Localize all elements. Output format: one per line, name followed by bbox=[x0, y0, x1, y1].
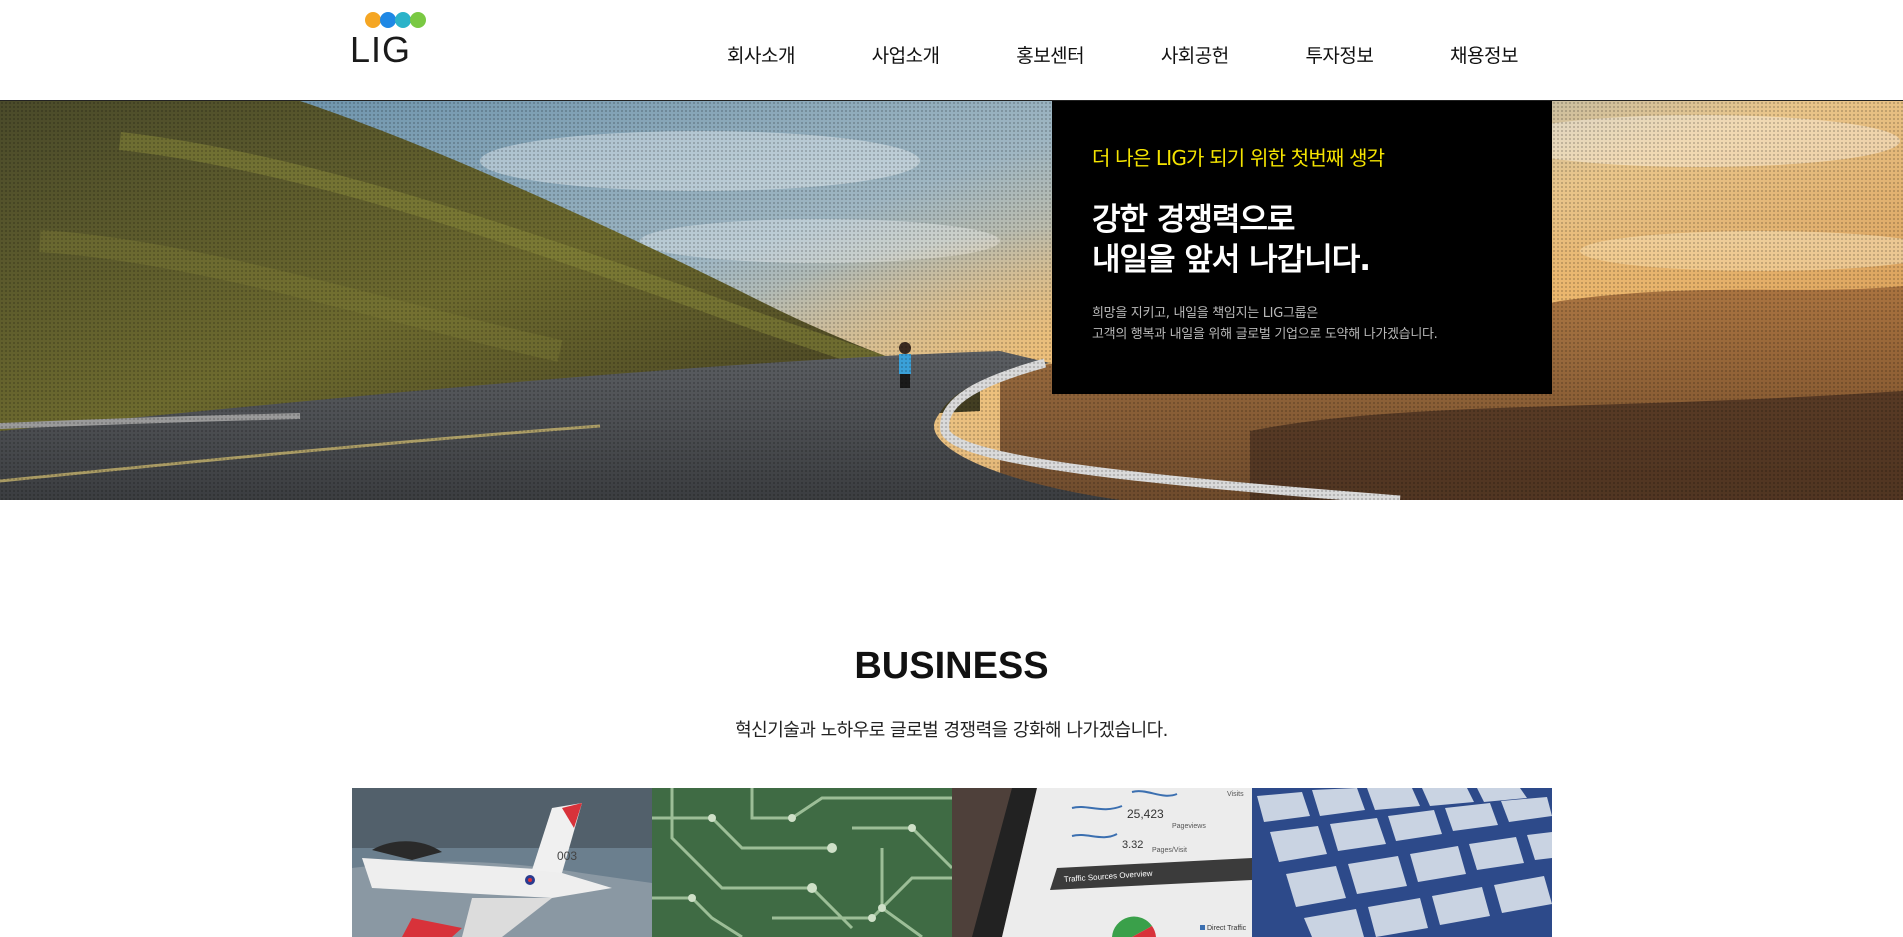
lig-logo[interactable]: LIG bbox=[350, 10, 432, 68]
keyboard-image bbox=[1252, 788, 1552, 937]
aircraft-image: 003 bbox=[352, 788, 652, 937]
hero-subtitle: 더 나은 LIG가 되기 위한 첫번째 생각 bbox=[1092, 146, 1385, 170]
business-card-it-services[interactable]: Visits 25,423 Pageviews 3.32 Pages/Visit… bbox=[952, 788, 1252, 937]
business-card-grid: 003 Visits 25,423 Pageviews 3.32 Pages/V… bbox=[352, 788, 1552, 937]
hero-message-box: 더 나은 LIG가 되기 위한 첫번째 생각 강한 경쟁력으로 내일을 앞서 나… bbox=[1052, 101, 1552, 394]
business-card-electronics[interactable] bbox=[652, 788, 952, 937]
business-section-description: 혁신기술과 노하우로 글로벌 경쟁력을 강화해 나가겠습니다. bbox=[735, 720, 1168, 741]
pageviews-value-text: 25,423 bbox=[1127, 807, 1164, 821]
nav-business[interactable]: 사업소개 bbox=[872, 33, 940, 68]
direct-traffic-label-text: Direct Traffic bbox=[1207, 925, 1247, 932]
business-section-title: BUSINESS bbox=[854, 645, 1049, 687]
pageviews-label-text: Pageviews bbox=[1172, 823, 1206, 830]
tablet-analytics-image: Visits 25,423 Pageviews 3.32 Pages/Visit… bbox=[952, 788, 1252, 937]
hero-description: 희망을 지키고, 내일을 책임지는 LIG그룹은 고객의 행복과 내일을 위해 … bbox=[1092, 306, 1438, 342]
visits-label-text: Visits bbox=[1227, 791, 1244, 798]
circuit-board-image bbox=[652, 788, 952, 937]
site-header: LIG 회사소개 사업소개 홍보센터 사회공헌 투자정보 채용정보 bbox=[0, 0, 1903, 101]
logo-dots-icon bbox=[365, 12, 426, 28]
aircraft-number-text: 003 bbox=[557, 849, 577, 863]
nav-pr-center[interactable]: 홍보센터 bbox=[1016, 33, 1084, 68]
nav-social-contribution[interactable]: 사회공헌 bbox=[1161, 33, 1229, 68]
business-card-aerospace[interactable]: 003 bbox=[352, 788, 652, 937]
nav-investor-relations[interactable]: 투자정보 bbox=[1305, 33, 1373, 68]
hero-landscape-image bbox=[0, 101, 1903, 500]
nav-company[interactable]: 회사소개 bbox=[727, 33, 795, 68]
main-navigation: 회사소개 사업소개 홍보센터 사회공헌 투자정보 채용정보 bbox=[700, 0, 1553, 101]
hero-title: 강한 경쟁력으로 내일을 앞서 나갑니다. bbox=[1092, 202, 1371, 278]
hero-banner: 더 나은 LIG가 되기 위한 첫번째 생각 강한 경쟁력으로 내일을 앞서 나… bbox=[0, 101, 1903, 500]
nav-careers[interactable]: 채용정보 bbox=[1450, 33, 1518, 68]
business-card-technology[interactable] bbox=[1252, 788, 1552, 937]
logo-text: LIG bbox=[350, 29, 412, 70]
pages-per-visit-label-text: Pages/Visit bbox=[1152, 847, 1187, 854]
pages-per-visit-value-text: 3.32 bbox=[1122, 839, 1143, 851]
